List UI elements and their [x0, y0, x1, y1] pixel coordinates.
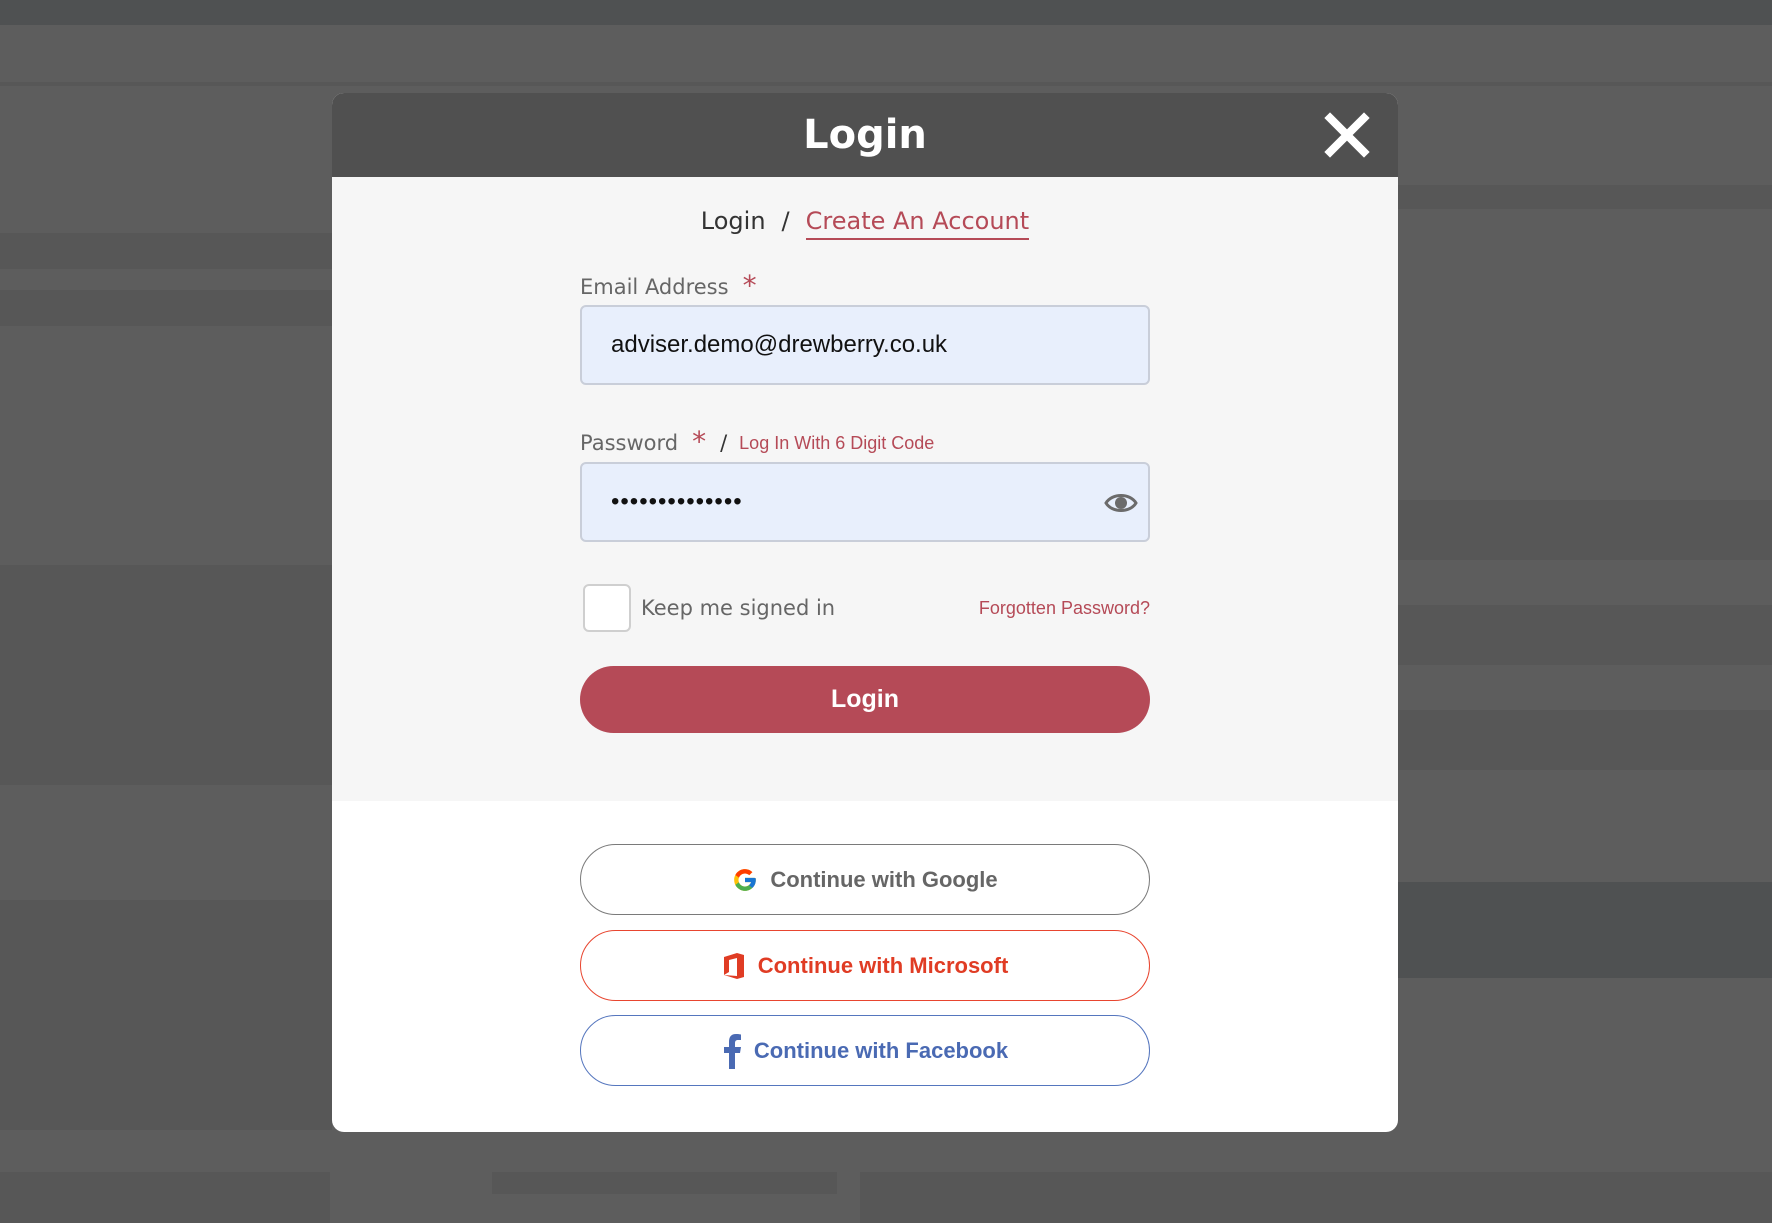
background-band: [0, 900, 332, 1130]
password-value: ••••••••••••••: [611, 488, 743, 515]
background-band: [1398, 185, 1772, 209]
background-band: [1398, 882, 1772, 978]
google-signin-label: Continue with Google: [770, 866, 998, 892]
required-mark: *: [742, 269, 757, 302]
microsoft-signin-button[interactable]: Continue with Microsoft: [580, 930, 1150, 1001]
background-band: [0, 233, 332, 269]
background-band: [0, 290, 332, 326]
background-band: [492, 1172, 837, 1194]
eye-icon[interactable]: [1104, 488, 1138, 518]
background-band: [0, 1172, 330, 1223]
google-icon: [734, 868, 757, 891]
background-band: [0, 82, 1772, 86]
modal-title: Login: [803, 112, 927, 158]
google-signin-button[interactable]: Continue with Google: [580, 844, 1150, 915]
facebook-signin-button[interactable]: Continue with Facebook: [580, 1015, 1150, 1086]
password-label-row: Password * / Log In With 6 Digit Code: [580, 425, 1150, 458]
email-field[interactable]: adviser.demo@drewberry.co.uk: [580, 305, 1150, 385]
modal-header: Login: [332, 93, 1398, 177]
label-separator: /: [720, 431, 728, 455]
password-label: Password: [580, 431, 679, 455]
password-field[interactable]: ••••••••••••••: [580, 462, 1150, 542]
auth-tabs: Login / Create An Account: [332, 207, 1398, 240]
email-label: Email Address: [580, 275, 729, 299]
keep-signed-in-label: Keep me signed in: [641, 596, 836, 620]
background-band: [0, 565, 332, 785]
background-band: [0, 0, 1772, 25]
tab-create-account[interactable]: Create An Account: [805, 207, 1030, 240]
facebook-icon: [723, 1033, 741, 1069]
login-modal: Login Login / Create An Account Email Ad…: [332, 93, 1398, 1132]
login-form: Login / Create An Account Email Address …: [332, 177, 1398, 801]
tab-separator: /: [781, 207, 790, 235]
keep-signed-in: Keep me signed in: [580, 584, 835, 632]
background-band: [1398, 710, 1772, 770]
close-icon: [1324, 112, 1370, 158]
email-label-row: Email Address *: [580, 269, 1150, 302]
six-digit-code-link[interactable]: Log In With 6 Digit Code: [739, 433, 934, 454]
login-button[interactable]: Login: [580, 666, 1150, 733]
forgot-password-link[interactable]: Forgotten Password?: [979, 598, 1150, 619]
office-icon: [723, 952, 744, 979]
email-value: adviser.demo@drewberry.co.uk: [611, 331, 948, 358]
required-mark: *: [692, 425, 707, 458]
background-band: [1398, 500, 1772, 560]
microsoft-signin-label: Continue with Microsoft: [757, 952, 1009, 978]
options-row: Keep me signed in Forgotten Password?: [580, 584, 1150, 632]
facebook-signin-label: Continue with Facebook: [753, 1037, 1009, 1063]
background-band: [860, 1172, 1772, 1223]
tab-login[interactable]: Login: [701, 207, 766, 235]
keep-signed-in-checkbox[interactable]: [583, 584, 631, 632]
close-button[interactable]: [1322, 110, 1372, 160]
background-band: [1398, 605, 1772, 665]
